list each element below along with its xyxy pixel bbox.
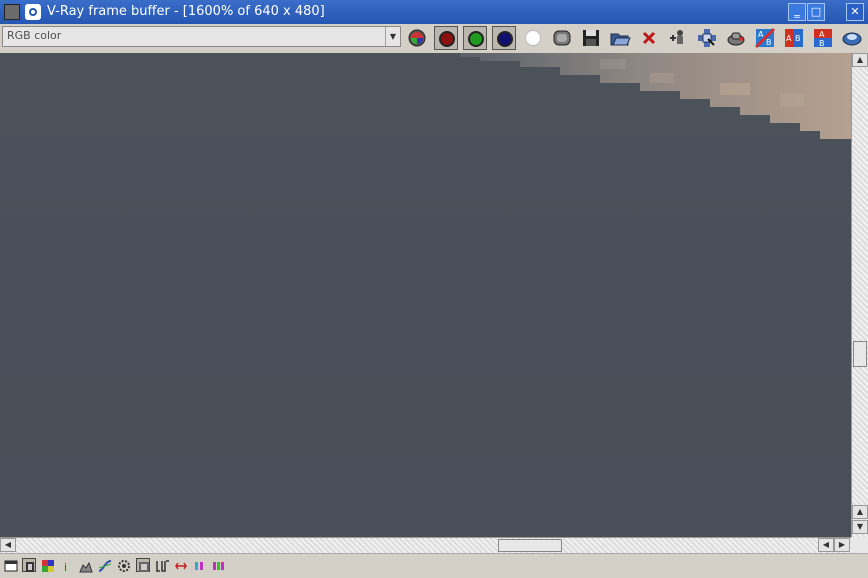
render-last-icon[interactable] (724, 26, 748, 50)
lut-toggle-icon[interactable] (136, 558, 150, 572)
close-button[interactable]: ✕ (846, 3, 864, 21)
rgb-channels-icon[interactable] (405, 26, 429, 50)
lut-icon[interactable] (155, 558, 169, 572)
compare-ab-vertical-icon[interactable]: AB (811, 26, 835, 50)
scroll-right-icon[interactable]: ▶ (834, 538, 850, 552)
save-icon[interactable] (579, 26, 603, 50)
track-mouse-icon[interactable] (666, 26, 690, 50)
ocio-icon[interactable] (174, 558, 188, 572)
maximize-button[interactable]: □ (807, 3, 825, 21)
scroll-left-icon[interactable]: ◀ (0, 538, 16, 552)
scroll-up-icon[interactable]: ▲ (852, 505, 868, 519)
curves-icon[interactable] (98, 558, 112, 572)
horizontal-scroll-thumb[interactable] (498, 539, 562, 552)
exposure-icon[interactable] (117, 558, 131, 572)
vertical-scroll-thumb[interactable] (853, 341, 867, 367)
channel-select[interactable]: RGB color ▼ (2, 26, 401, 47)
region-render-icon[interactable] (695, 26, 719, 50)
clear-image-icon[interactable] (637, 26, 661, 50)
load-icon[interactable] (608, 26, 632, 50)
svg-text:A: A (819, 30, 825, 39)
compare-ab-icon[interactable]: AB (782, 26, 806, 50)
color-picker-icon[interactable] (41, 558, 55, 572)
history-ab-icon[interactable]: AB (753, 26, 777, 50)
red-channel-icon[interactable] (434, 26, 458, 50)
svg-text:B: B (795, 34, 801, 43)
monochrome-icon[interactable] (550, 26, 574, 50)
svg-text:i: i (64, 561, 67, 573)
green-channel-icon[interactable] (463, 26, 487, 50)
scroll-up-icon[interactable]: ▲ (852, 53, 868, 67)
pixel-aspect-icon[interactable] (193, 558, 207, 572)
chevron-down-icon[interactable]: ▼ (385, 27, 400, 46)
render-canvas[interactable] (0, 53, 851, 537)
blue-channel-icon[interactable] (492, 26, 516, 50)
channel-select-value: RGB color (7, 29, 62, 42)
scroll-left-icon[interactable]: ◀ (818, 538, 834, 552)
info-icon[interactable]: i (60, 558, 74, 574)
display-colors-icon[interactable] (22, 558, 36, 572)
svg-text:B: B (819, 39, 825, 48)
stereo-icon[interactable] (840, 26, 864, 50)
status-bar: i (0, 553, 868, 575)
toolbar: RGB color ▼ AB AB AB (0, 24, 868, 53)
rgb-bars-icon[interactable] (212, 558, 226, 572)
app-icon[interactable] (4, 4, 20, 20)
vertical-scrollbar[interactable]: ▲ ▲ ▼ (851, 53, 868, 537)
svg-text:B: B (766, 38, 772, 47)
svg-text:A: A (786, 34, 792, 43)
alpha-channel-icon[interactable] (521, 26, 545, 50)
horizontal-scrollbar[interactable]: ◀ ◀ ▶ (0, 537, 851, 553)
levels-icon[interactable] (79, 558, 93, 573)
scroll-corner (851, 537, 868, 553)
window-title: V-Ray frame buffer - [1600% of 640 x 480… (47, 4, 325, 19)
render-image (460, 53, 851, 139)
svg-text:A: A (758, 30, 764, 39)
system-menu-icon[interactable] (25, 4, 41, 20)
title-bar[interactable]: V-Ray frame buffer - [1600% of 640 x 480… (0, 0, 868, 25)
scroll-down-icon[interactable]: ▼ (852, 520, 868, 534)
color-corrections-icon[interactable] (4, 558, 18, 572)
minimize-button[interactable]: ‗ (788, 3, 806, 21)
